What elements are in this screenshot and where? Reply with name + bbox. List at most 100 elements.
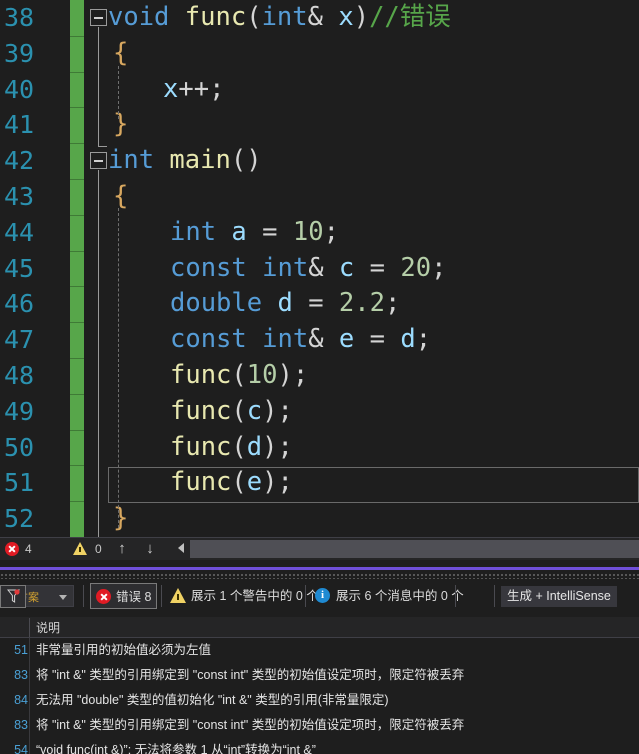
messages-filter-button[interactable]: i 展示 6 个消息中的 0 个 bbox=[312, 583, 464, 609]
error-squiggle bbox=[241, 382, 274, 387]
code-line[interactable]: 49 func(c); bbox=[0, 393, 639, 431]
code-text: int a = 10; bbox=[170, 216, 339, 247]
error-squiggle bbox=[243, 454, 261, 459]
fold-region-line bbox=[98, 170, 99, 537]
change-bar bbox=[70, 286, 84, 324]
error-list-panel[interactable]: 整个解决方案 错误 8 展示 1 个警告中的 0 个 i 展示 6 个消息中的 … bbox=[0, 579, 639, 754]
error-squiggle bbox=[243, 489, 261, 494]
table-row[interactable]: 54 “void func(int &)”: 无法将参数 1 从“int”转换为… bbox=[0, 738, 639, 754]
code-line[interactable]: 43 { bbox=[0, 179, 639, 216]
change-bar bbox=[70, 358, 84, 395]
errors-filter-button[interactable]: 错误 8 bbox=[90, 583, 157, 609]
active-panel-accent bbox=[0, 567, 639, 570]
error-count: 4 bbox=[25, 542, 32, 556]
code-line[interactable]: 47 const int& e = d; bbox=[0, 322, 639, 359]
code-text: func(10); bbox=[170, 360, 309, 390]
table-row[interactable]: 83 将 "int &" 类型的引用绑定到 "const int" 类型的初始值… bbox=[0, 713, 639, 738]
build-source-selector[interactable]: 生成 + IntelliSense bbox=[501, 586, 617, 607]
line-number: 47 bbox=[4, 325, 35, 355]
toolbar-separator bbox=[494, 585, 495, 607]
code-text: double d = 2.2; bbox=[170, 288, 401, 319]
code-line[interactable]: 40 x++; bbox=[0, 71, 639, 109]
table-row[interactable]: 83 将 "int &" 类型的引用绑定到 "const int" 类型的初始值… bbox=[0, 663, 639, 688]
toolbar-separator bbox=[305, 585, 306, 607]
filter-pin-button[interactable] bbox=[0, 585, 26, 608]
error-list-rows[interactable]: 51 非常量引用的初始值必须为左值 83 将 "int &" 类型的引用绑定到 … bbox=[0, 638, 639, 754]
code-line[interactable]: 41 } bbox=[0, 107, 639, 145]
table-row[interactable]: 51 非常量引用的初始值必须为左值 bbox=[0, 638, 639, 663]
panel-splitter[interactable] bbox=[0, 560, 639, 570]
change-bar bbox=[70, 393, 84, 431]
indent-guide bbox=[118, 66, 119, 119]
error-description: “void func(int &)”: 无法将参数 1 从“int”转换为“in… bbox=[36, 743, 316, 754]
change-bar bbox=[70, 143, 84, 180]
table-row[interactable]: 84 无法用 "double" 类型的值初始化 "int &" 类型的引用(非常… bbox=[0, 688, 639, 713]
change-bar bbox=[70, 35, 84, 73]
line-number: 48 bbox=[4, 361, 35, 390]
warnings-filter-label: 展示 1 个警告中的 0 个 bbox=[191, 589, 319, 603]
line-number: 50 bbox=[4, 432, 35, 462]
code-text: func(c); bbox=[170, 395, 293, 426]
editor-status-bar[interactable]: 4 0 ↑ ↓ bbox=[0, 537, 639, 560]
code-line-current[interactable]: 51 func(e); bbox=[0, 465, 639, 503]
error-code: 83 bbox=[14, 668, 28, 682]
code-text: { bbox=[113, 181, 129, 211]
line-number: 45 bbox=[4, 253, 35, 283]
fold-region-line bbox=[98, 27, 99, 147]
change-bar bbox=[70, 501, 84, 537]
change-bar bbox=[70, 322, 84, 359]
code-line[interactable]: 46 double d = 2.2; bbox=[0, 286, 639, 324]
warning-icon bbox=[170, 588, 186, 603]
code-line[interactable]: 48 func(10); bbox=[0, 358, 639, 395]
errors-filter-label: 错误 8 bbox=[116, 590, 152, 604]
change-bar bbox=[70, 250, 84, 288]
code-text: void func(int& x)//错误 bbox=[108, 2, 451, 32]
column-divider bbox=[29, 618, 30, 637]
error-description: 非常量引用的初始值必须为左值 bbox=[36, 643, 212, 657]
code-line[interactable]: 52 } bbox=[0, 501, 639, 537]
error-list-header[interactable]: 说明 bbox=[0, 617, 639, 638]
error-description: 将 "int &" 类型的引用绑定到 "const int" 类型的初始值设定项… bbox=[36, 668, 465, 682]
warnings-filter-button[interactable]: 展示 1 个警告中的 0 个 bbox=[167, 583, 319, 609]
code-editor[interactable]: 38 void func(int& x)//错误 39 { 40 x++; 41… bbox=[0, 0, 639, 537]
error-code: 83 bbox=[14, 718, 28, 732]
code-text: } bbox=[113, 109, 129, 140]
error-list-toolbar[interactable]: 整个解决方案 错误 8 展示 1 个警告中的 0 个 i 展示 6 个消息中的 … bbox=[0, 583, 639, 611]
horizontal-scrollbar-thumb[interactable] bbox=[190, 540, 639, 558]
scroll-left-arrow-icon[interactable] bbox=[178, 543, 184, 553]
line-number: 43 bbox=[4, 182, 35, 211]
horizontal-scrollbar[interactable] bbox=[190, 540, 639, 558]
chevron-down-icon bbox=[59, 595, 67, 600]
change-bar bbox=[70, 214, 84, 252]
code-line[interactable]: 44 int a = 10; bbox=[0, 214, 639, 252]
error-description: 无法用 "double" 类型的值初始化 "int &" 类型的引用(非常量限定… bbox=[36, 693, 389, 707]
error-code: 51 bbox=[14, 643, 28, 657]
line-number: 51 bbox=[4, 468, 35, 498]
line-number: 52 bbox=[4, 504, 35, 534]
code-text: func(d); bbox=[170, 431, 293, 462]
code-line[interactable]: 50 func(d); bbox=[0, 429, 639, 467]
next-error-button[interactable]: ↓ bbox=[139, 538, 161, 560]
code-text: x++; bbox=[163, 73, 225, 104]
collapse-minus-icon[interactable] bbox=[90, 9, 107, 26]
collapse-minus-icon[interactable] bbox=[90, 152, 107, 169]
code-line[interactable]: 39 { bbox=[0, 35, 639, 73]
change-bar bbox=[70, 429, 84, 467]
column-header-description[interactable]: 说明 bbox=[36, 619, 60, 636]
code-line[interactable]: 45 const int& c = 20; bbox=[0, 250, 639, 288]
toolbar-separator bbox=[83, 585, 84, 607]
line-number: 39 bbox=[4, 38, 35, 68]
error-icon bbox=[5, 542, 19, 556]
prev-error-button[interactable]: ↑ bbox=[111, 538, 133, 560]
error-code: 84 bbox=[14, 693, 28, 707]
toolbar-separator bbox=[455, 585, 456, 607]
panel-drag-grip[interactable] bbox=[0, 572, 639, 579]
error-squiggle bbox=[243, 418, 261, 423]
line-number: 42 bbox=[4, 146, 35, 176]
code-text: { bbox=[113, 37, 129, 68]
line-number: 44 bbox=[4, 217, 35, 247]
code-text: func(e); bbox=[170, 467, 293, 498]
visual-studio-window: 38 void func(int& x)//错误 39 { 40 x++; 41… bbox=[0, 0, 639, 754]
info-icon: i bbox=[315, 588, 330, 603]
error-icon bbox=[96, 589, 111, 604]
